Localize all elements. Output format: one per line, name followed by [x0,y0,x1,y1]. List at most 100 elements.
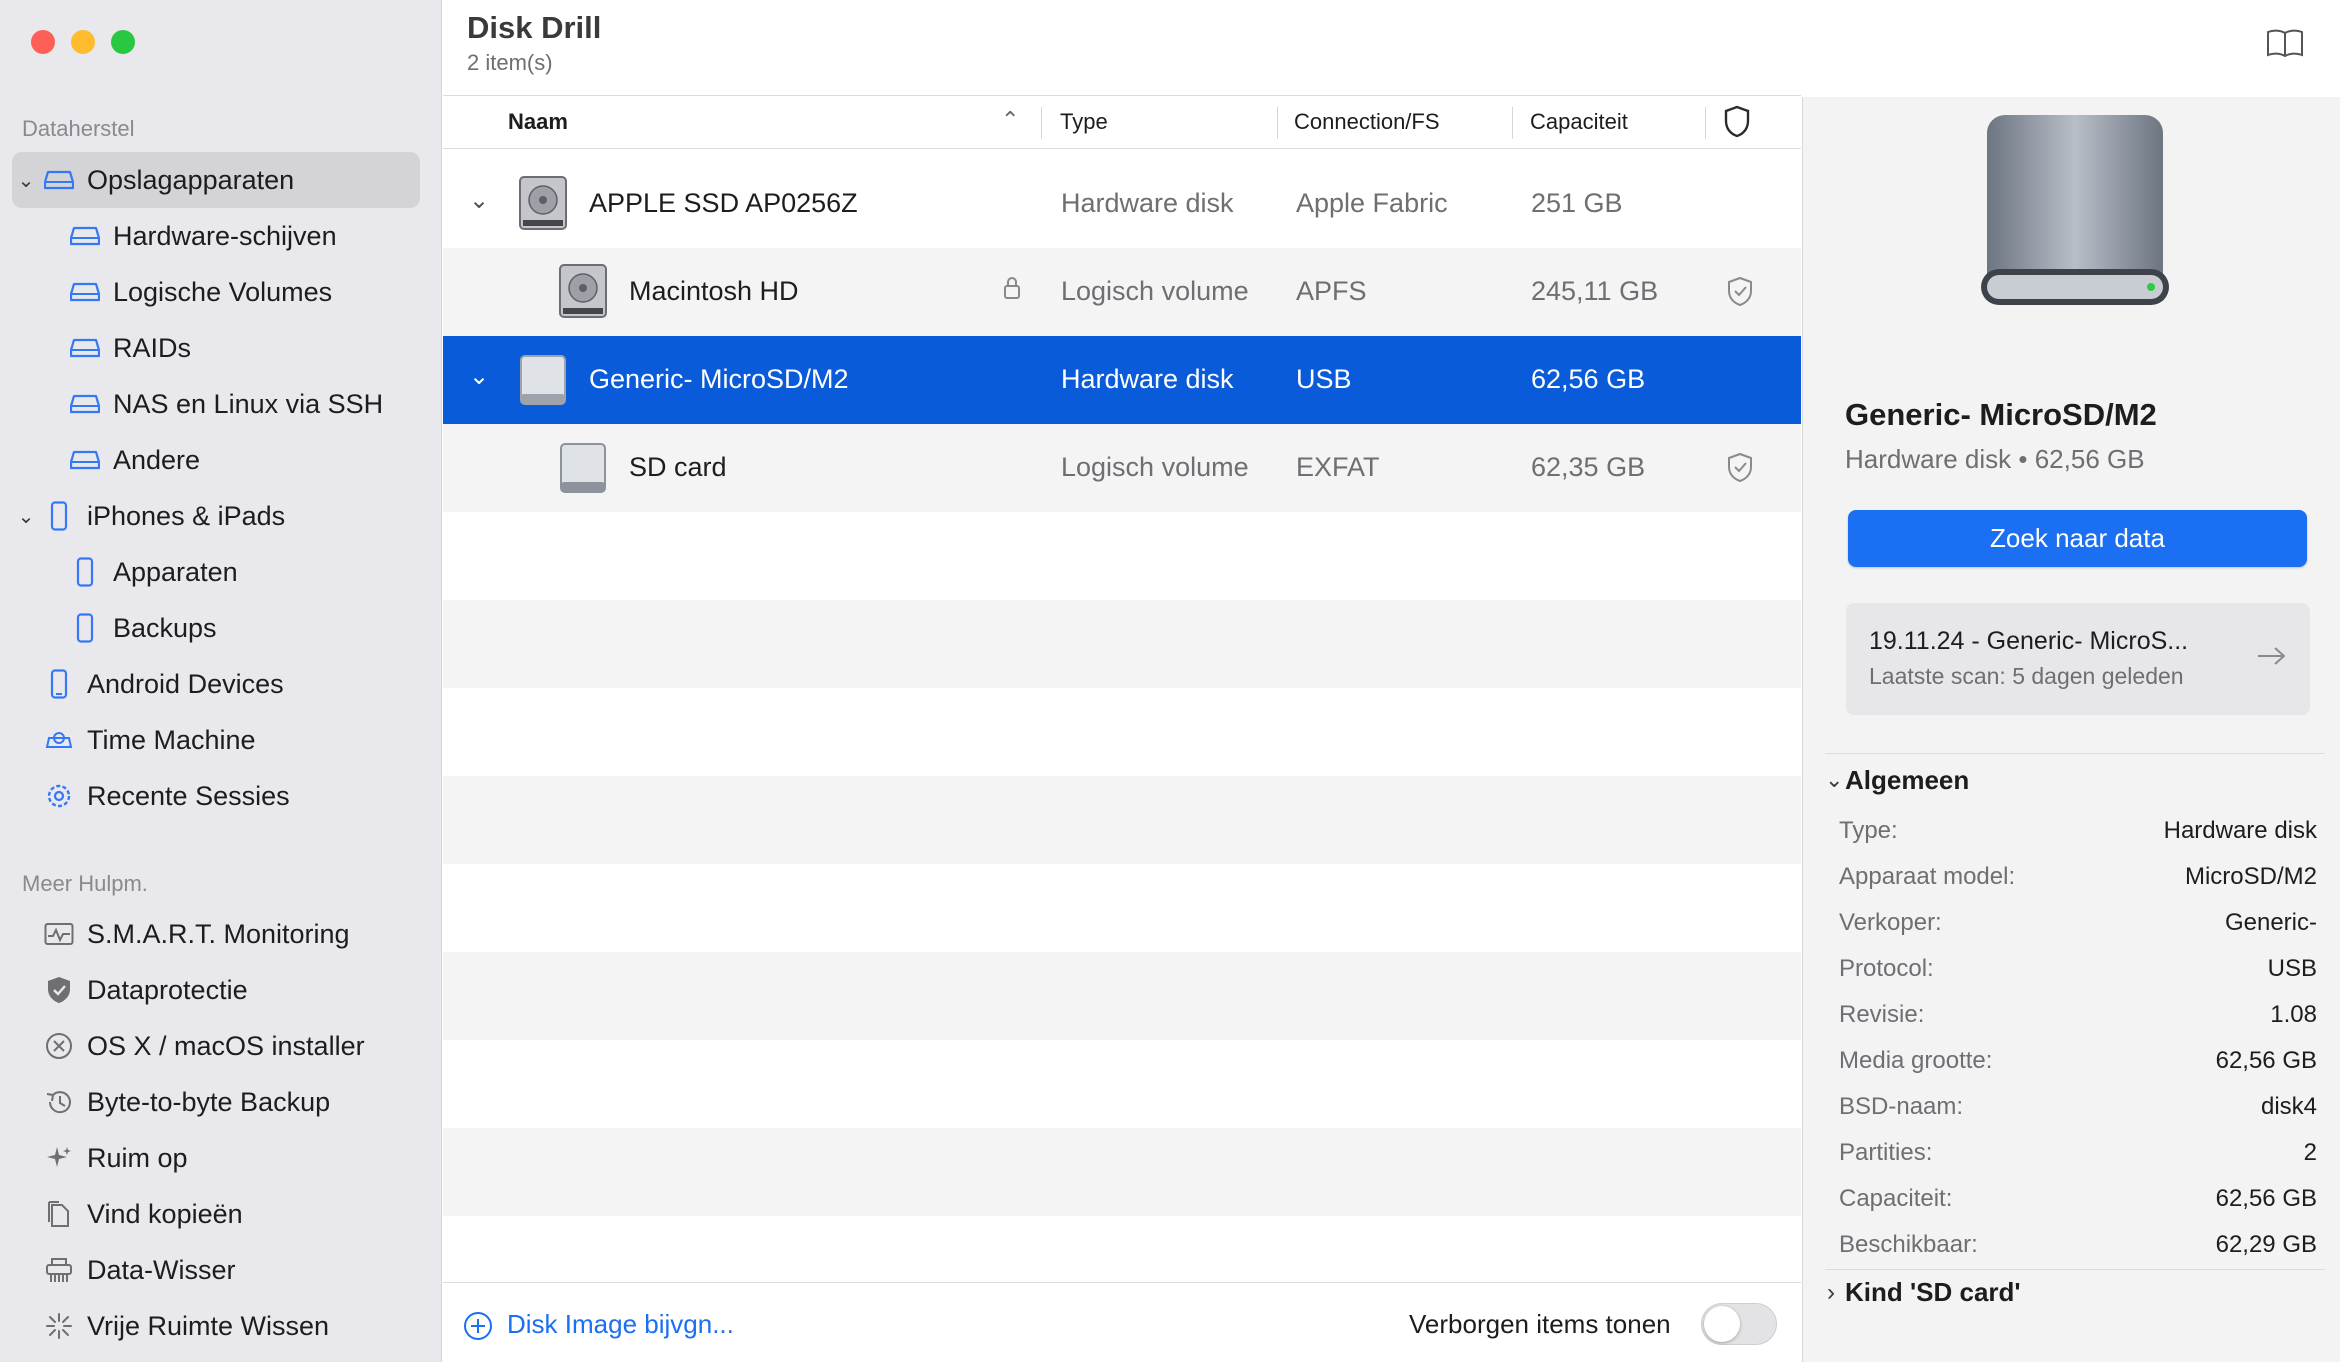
empty-row [443,776,1801,864]
history-icon [44,1087,74,1117]
sidebar-item-label: Dataprotectie [87,974,248,1005]
lock-icon [1003,276,1021,305]
column-header-capacity[interactable]: Capaciteit [1530,109,1628,135]
child-title: Kind 'SD card' [1845,1277,2021,1307]
shield-icon[interactable] [1723,105,1751,145]
sidebar-item-label: S.M.A.R.T. Monitoring [87,918,350,949]
disk-capacity: 62,56 GB [1531,364,1646,394]
sidebar-item-time-machine[interactable]: Time Machine [12,712,420,768]
table-header: Naam ⌃ Type Connection/FS Capaciteit [443,97,1801,149]
iphone-icon [44,501,74,531]
general-section-header[interactable]: ⌄ Algemeen [1825,765,2325,805]
sidebar-item-label: Data-Wisser [87,1254,236,1285]
session-subtitle: Laatste scan: 5 dagen geleden [1869,663,2184,689]
volume-capacity: 245,11 GB [1531,276,1659,306]
protected-shield-icon[interactable] [1726,452,1754,489]
sidebar-item-smart-monitoring[interactable]: S.M.A.R.T. Monitoring [12,906,420,962]
table-row[interactable]: ⌄ APPLE SSD AP0256Z Hardware disk Apple … [443,160,1801,248]
macos-x-icon [44,1031,74,1061]
prop-type: Type: Hardware disk [1839,817,2317,844]
sidebar-item-raids[interactable]: RAIDs [12,320,420,376]
gear-icon [44,781,74,811]
book-icon[interactable] [2266,28,2304,63]
search-for-data-button[interactable]: Zoek naar data [1848,510,2307,567]
add-circle-icon[interactable] [463,1311,493,1346]
monitoring-icon [44,919,74,949]
sidebar-item-byte-to-byte-backup[interactable]: Byte-to-byte Backup [12,1074,420,1130]
last-session-card[interactable]: 19.11.24 - Generic- MicroS... Laatste sc… [1846,603,2310,715]
table-row[interactable]: SD card Logisch volume EXFAT 62,35 GB [443,424,1801,512]
disk-capacity: 251 GB [1531,188,1623,218]
section-divider [1825,1269,2325,1270]
close-window-button[interactable] [31,30,55,54]
table-row-selected[interactable]: ⌄ Generic- MicroSD/M2 Hardware disk USB … [443,336,1801,424]
chevron-down-icon[interactable]: ⌄ [16,504,36,529]
drive-icon [70,277,100,307]
sidebar-item-backups[interactable]: Backups [12,600,420,656]
sidebar-item-label: Time Machine [87,724,256,755]
empty-row [443,1128,1801,1216]
sidebar-item-label: Opslagapparaten [87,164,295,195]
section-header-meer-hulpm: Meer Hulpm. [22,871,148,896]
drive-icon [70,445,100,475]
add-disk-image-link[interactable]: Disk Image bijvgn... [507,1309,734,1340]
sidebar-item-iphones-ipads[interactable]: ⌄ iPhones & iPads [12,488,420,544]
chevron-down-icon[interactable]: ⌄ [469,186,489,215]
chevron-down-icon[interactable]: ⌄ [1825,767,1843,793]
volume-type: Logisch volume [1061,276,1249,306]
sidebar-item-label: Ruim op [87,1142,188,1173]
hidden-items-toggle[interactable] [1701,1303,1777,1345]
sidebar-item-hardware-schijven[interactable]: Hardware-schijven [12,208,420,264]
sidebar-item-android-devices[interactable]: Android Devices [12,656,420,712]
time-machine-icon [44,725,74,755]
sidebar-item-ruim-op[interactable]: Ruim op [12,1130,420,1186]
arrow-right-icon[interactable] [2256,645,2288,672]
child-section-header[interactable]: › Kind 'SD card' [1825,1277,2325,1317]
iphone-icon [70,557,100,587]
iphone-icon [70,613,100,643]
sidebar: Dataherstel ⌄ Opslagapparaten Hardware-s… [0,0,442,1362]
volume-type: Logisch volume [1061,452,1249,482]
disk-connection: USB [1296,364,1352,394]
sidebar-item-vrije-ruimte-wissen[interactable]: Vrije Ruimte Wissen [12,1298,420,1354]
burst-icon [44,1311,74,1341]
chevron-down-icon[interactable]: ⌄ [16,168,36,193]
disk-type: Hardware disk [1061,188,1234,218]
sidebar-item-label: Apparaten [113,556,238,587]
sidebar-item-apparaten[interactable]: Apparaten [12,544,420,600]
hidden-items-label: Verborgen items tonen [1409,1309,1671,1339]
drive-icon [70,221,100,251]
general-title: Algemeen [1845,765,1970,795]
sidebar-item-vind-kopieen[interactable]: Vind kopieën [12,1186,420,1242]
session-title: 19.11.24 - Generic- MicroS... [1869,627,2189,655]
sidebar-item-label: Recente Sessies [87,780,290,811]
disk-connection: Apple Fabric [1296,188,1448,218]
internal-disk-icon [557,262,609,325]
protected-shield-icon[interactable] [1726,276,1754,313]
chevron-down-icon[interactable]: ⌄ [469,362,489,391]
chevron-right-icon[interactable]: › [1827,1279,1835,1307]
sidebar-item-label: Vind kopieën [87,1198,243,1229]
column-header-name[interactable]: Naam [508,109,568,135]
sidebar-item-data-wisser[interactable]: Data-Wisser [12,1242,420,1298]
drive-icon [70,333,100,363]
sidebar-item-nas[interactable]: NAS en Linux via SSH [12,376,420,432]
column-header-connection[interactable]: Connection/FS [1294,109,1440,135]
drive-icon [44,165,74,195]
minimize-window-button[interactable] [71,30,95,54]
column-header-type[interactable]: Type [1060,109,1108,135]
volume-name: SD card [629,452,727,482]
sidebar-item-dataprotectie[interactable]: Dataprotectie [12,962,420,1018]
sidebar-item-andere[interactable]: Andere [12,432,420,488]
sidebar-item-opslagapparaten[interactable]: ⌄ Opslagapparaten [12,152,420,208]
sidebar-item-macos-installer[interactable]: OS X / macOS installer [12,1018,420,1074]
sidebar-item-label: RAIDs [113,332,192,363]
drive-icon [70,389,100,419]
table-row[interactable]: Macintosh HD Logisch volume APFS 245,11 … [443,248,1801,336]
zoom-window-button[interactable] [111,30,135,54]
sort-ascending-icon[interactable]: ⌃ [1001,107,1019,133]
sidebar-item-recente-sessies[interactable]: Recente Sessies [12,768,420,824]
shield-icon [44,975,74,1005]
sidebar-item-logische-volumes[interactable]: Logische Volumes [12,264,420,320]
prop-media-size: Media grootte: 62,56 GB [1839,1047,2317,1074]
